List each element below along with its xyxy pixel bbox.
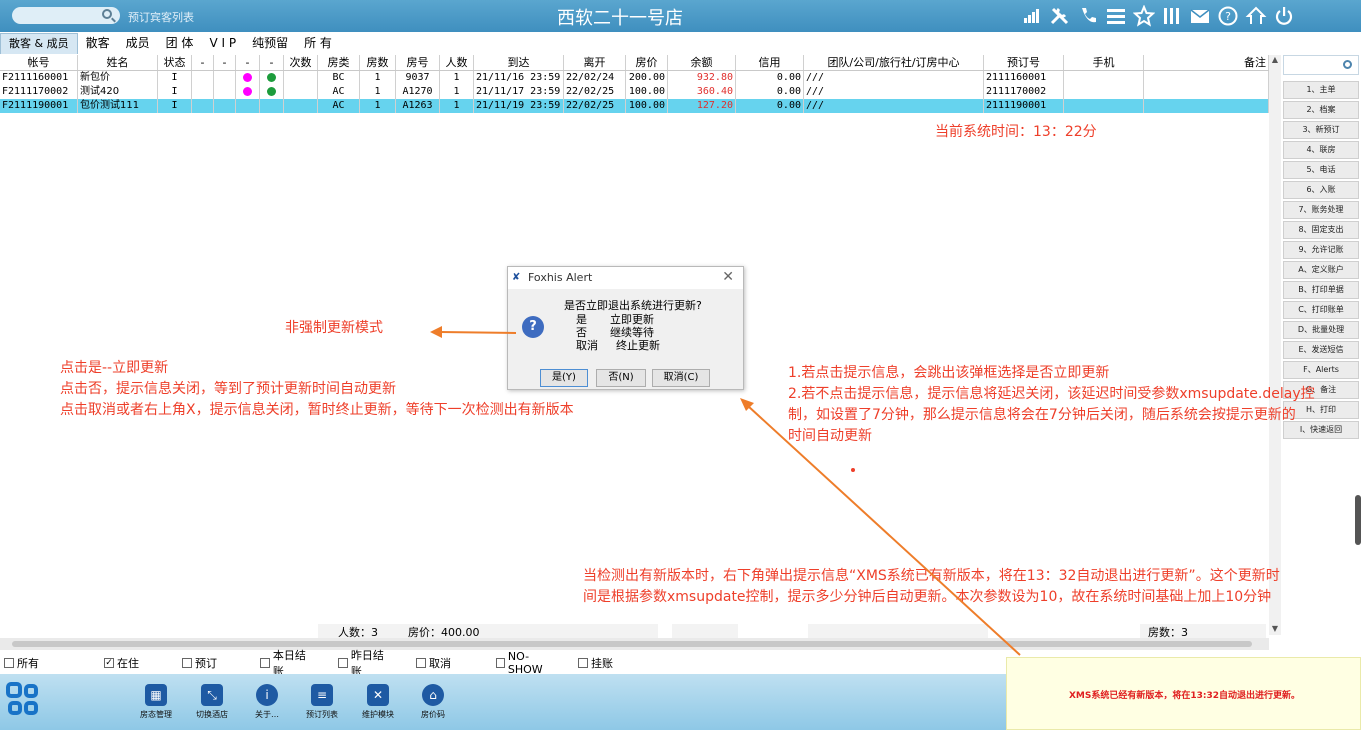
annotation-arrows [430,326,1021,656]
annotation-dot [851,468,855,472]
arrow-to-mode [439,331,517,334]
arrowhead [430,326,442,338]
arrow-to-dialog [747,405,1021,656]
